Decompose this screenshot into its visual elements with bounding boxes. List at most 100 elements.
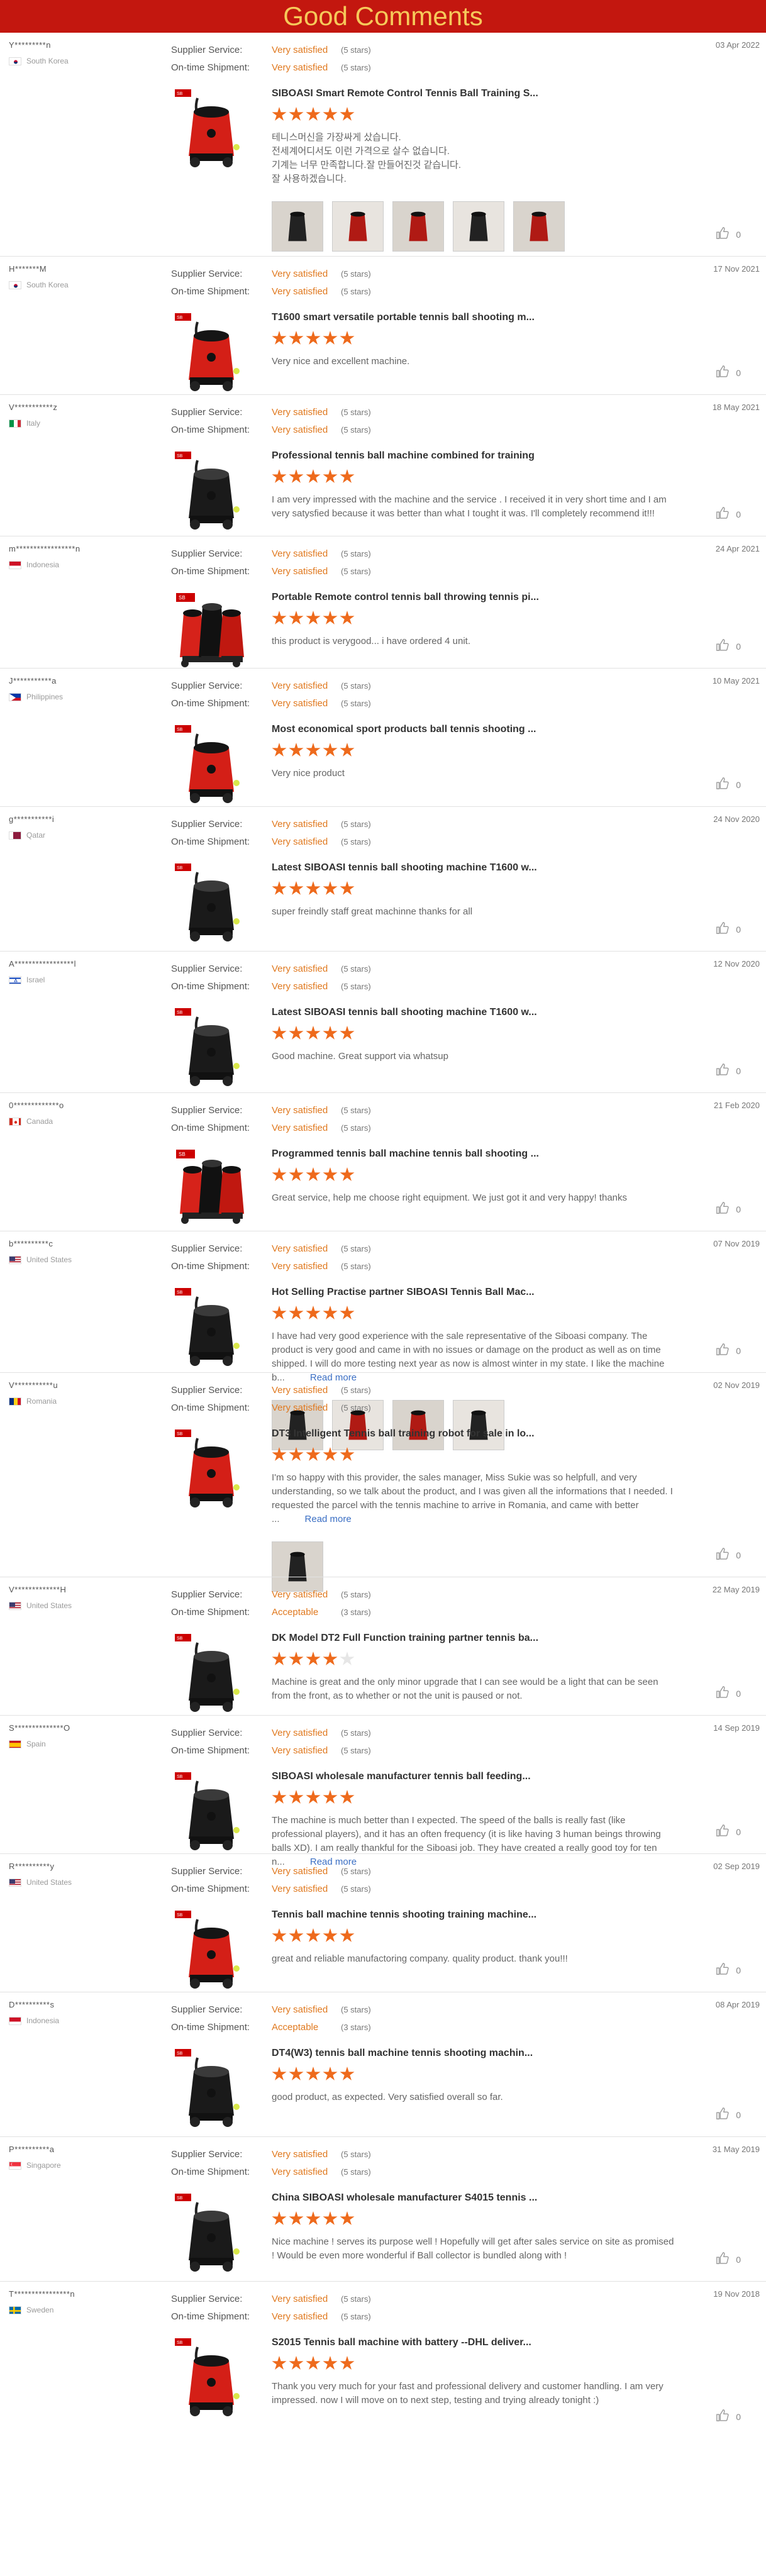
like-button[interactable]: 0 [716, 1824, 741, 1840]
product-thumbnail[interactable]: SB [171, 1906, 252, 1994]
product-title[interactable]: Hot Selling Practise partner SIBOASI Ten… [272, 1287, 674, 1298]
product-title[interactable]: SIBOASI Smart Remote Control Tennis Ball… [272, 88, 674, 99]
product-thumbnail[interactable]: SB [171, 308, 252, 396]
star-icon [323, 107, 338, 121]
ontime-shipment-label: On-time Shipment: [171, 425, 250, 435]
product-title[interactable]: Portable Remote control tennis ball thro… [272, 592, 674, 603]
buyer-name: V***********u [9, 1380, 58, 1390]
service-ratings: Supplier Service: Very satisfied (5 stars)… [171, 545, 371, 580]
product-thumbnail[interactable]: SB [171, 84, 252, 172]
star-icon [272, 743, 287, 757]
star-icon [323, 1167, 338, 1181]
product-title[interactable]: Most economical sport products ball tenn… [272, 724, 674, 735]
review-comment-text: Nice machine ! serves its purpose well !… [272, 2236, 674, 2261]
review-photo[interactable] [453, 201, 504, 252]
review-card: H*******M South Korea Supplier Service: Ver… [0, 256, 766, 396]
like-button[interactable]: 0 [716, 777, 741, 792]
product-title[interactable]: Latest SIBOASI tennis ball shooting mach… [272, 1007, 674, 1018]
product-title[interactable]: Programmed tennis ball machine tennis ba… [272, 1148, 674, 1160]
star-icon [306, 2211, 321, 2225]
review-photo[interactable] [392, 201, 444, 252]
like-button[interactable]: 0 [716, 2251, 741, 2267]
review-photos [272, 201, 674, 252]
product-title[interactable]: T1600 smart versatile portable tennis ba… [272, 312, 674, 323]
like-button[interactable]: 0 [716, 506, 741, 522]
supplier-service-value: Very satisfied [272, 963, 328, 974]
buyer-country: United States [9, 1878, 72, 1887]
supplier-service-value: Very satisfied [272, 1105, 328, 1116]
product-thumbnail[interactable]: SB [171, 447, 252, 535]
product-thumbnail[interactable]: SB [171, 2044, 252, 2132]
read-more-link[interactable]: Read more [305, 1514, 352, 1524]
rating-stars [272, 1447, 674, 1463]
country-name: Qatar [26, 831, 46, 840]
star-icon [289, 331, 304, 345]
product-title[interactable]: Latest SIBOASI tennis ball shooting mach… [272, 862, 674, 874]
product-thumbnail[interactable]: SB [171, 1424, 252, 1513]
product-thumbnail[interactable]: SB [171, 588, 252, 676]
review-comment: Machine is great and the only minor upgr… [272, 1675, 674, 1703]
review-photo[interactable] [332, 201, 384, 252]
product-title[interactable]: S2015 Tennis ball machine with battery -… [272, 2337, 674, 2348]
like-button[interactable]: 0 [716, 638, 741, 654]
rating-stars [272, 331, 674, 347]
review-photo[interactable] [513, 201, 565, 252]
svg-text:SB: SB [177, 1775, 183, 1779]
like-button[interactable]: 0 [716, 1063, 741, 1079]
like-button[interactable]: 0 [716, 1201, 741, 1217]
supplier-service-label: Supplier Service: [171, 2294, 243, 2304]
supplier-service-stars: (5 stars) [341, 1590, 371, 1599]
review-body: DT4(W3) tennis ball machine tennis shoot… [272, 2048, 674, 2104]
product-title[interactable]: Professional tennis ball machine combine… [272, 450, 674, 462]
product-thumbnail[interactable]: SB [171, 2333, 252, 2421]
buyer-country: Qatar [9, 831, 45, 840]
like-button[interactable]: 0 [716, 2107, 741, 2123]
product-title[interactable]: DT4(W3) tennis ball machine tennis shoot… [272, 2048, 674, 2059]
review-body: Most economical sport products ball tenn… [272, 724, 674, 780]
supplier-service-value: Very satisfied [272, 2294, 328, 2304]
product-thumbnail[interactable]: SB [171, 720, 252, 808]
star-icon [323, 1026, 338, 1040]
review-photo[interactable] [272, 201, 323, 252]
product-title[interactable]: China SIBOASI wholesale manufacturer S40… [272, 2192, 674, 2204]
product-title[interactable]: SIBOASI wholesale manufacturer tennis ba… [272, 1771, 674, 1782]
ontime-shipment-row: On-time Shipment: Very satisfied (5 stars) [171, 421, 371, 439]
product-thumbnail[interactable]: SB [171, 858, 252, 947]
supplier-service-stars: (5 stars) [341, 681, 371, 691]
like-button[interactable]: 0 [716, 1962, 741, 1978]
product-thumbnail[interactable]: SB [171, 1629, 252, 1717]
like-button[interactable]: 0 [716, 226, 741, 242]
product-thumbnail[interactable]: SB [171, 2189, 252, 2277]
ontime-shipment-value: Very satisfied [272, 2167, 328, 2177]
ontime-shipment-label: On-time Shipment: [171, 836, 250, 847]
buyer-name: m*****************n [9, 544, 80, 553]
supplier-service-row: Supplier Service: Very satisfied (5 stars) [171, 404, 371, 421]
product-title[interactable]: DT3 Intelligent Tennis ball training rob… [272, 1428, 674, 1440]
ontime-shipment-row: On-time Shipment: Very satisfied (5 stars) [171, 1880, 371, 1898]
product-thumbnail[interactable]: SB [171, 1767, 252, 1855]
ontime-shipment-value: Very satisfied [272, 981, 328, 992]
product-thumbnail[interactable]: SB [171, 1283, 252, 1371]
star-icon [323, 611, 338, 625]
like-button[interactable]: 0 [716, 2409, 741, 2424]
supplier-service-row: Supplier Service: Very satisfied (5 stars) [171, 1724, 371, 1742]
star-icon [323, 1652, 338, 1665]
supplier-service-value: Very satisfied [272, 1589, 328, 1600]
ontime-shipment-label: On-time Shipment: [171, 1123, 250, 1133]
product-thumbnail[interactable]: SB [171, 1145, 252, 1233]
like-button[interactable]: 0 [716, 1547, 741, 1563]
review-comment: Great service, help me choose right equi… [272, 1191, 674, 1205]
country-name: United States [26, 1255, 72, 1264]
product-title[interactable]: Tennis ball machine tennis shooting trai… [272, 1909, 674, 1921]
like-button[interactable]: 0 [716, 921, 741, 937]
like-button[interactable]: 0 [716, 1685, 741, 1701]
like-button[interactable]: 0 [716, 365, 741, 380]
ontime-shipment-stars: (3 stars) [341, 2023, 371, 2032]
thumbs-up-icon [716, 1685, 730, 1701]
review-card: b**********c United States Supplier Servic… [0, 1231, 766, 1450]
product-title[interactable]: DK Model DT2 Full Function training part… [272, 1633, 674, 1644]
product-thumbnail[interactable]: SB [171, 1003, 252, 1091]
star-icon [323, 1306, 338, 1319]
rating-stars [272, 1652, 674, 1668]
like-button[interactable]: 0 [716, 1343, 741, 1358]
